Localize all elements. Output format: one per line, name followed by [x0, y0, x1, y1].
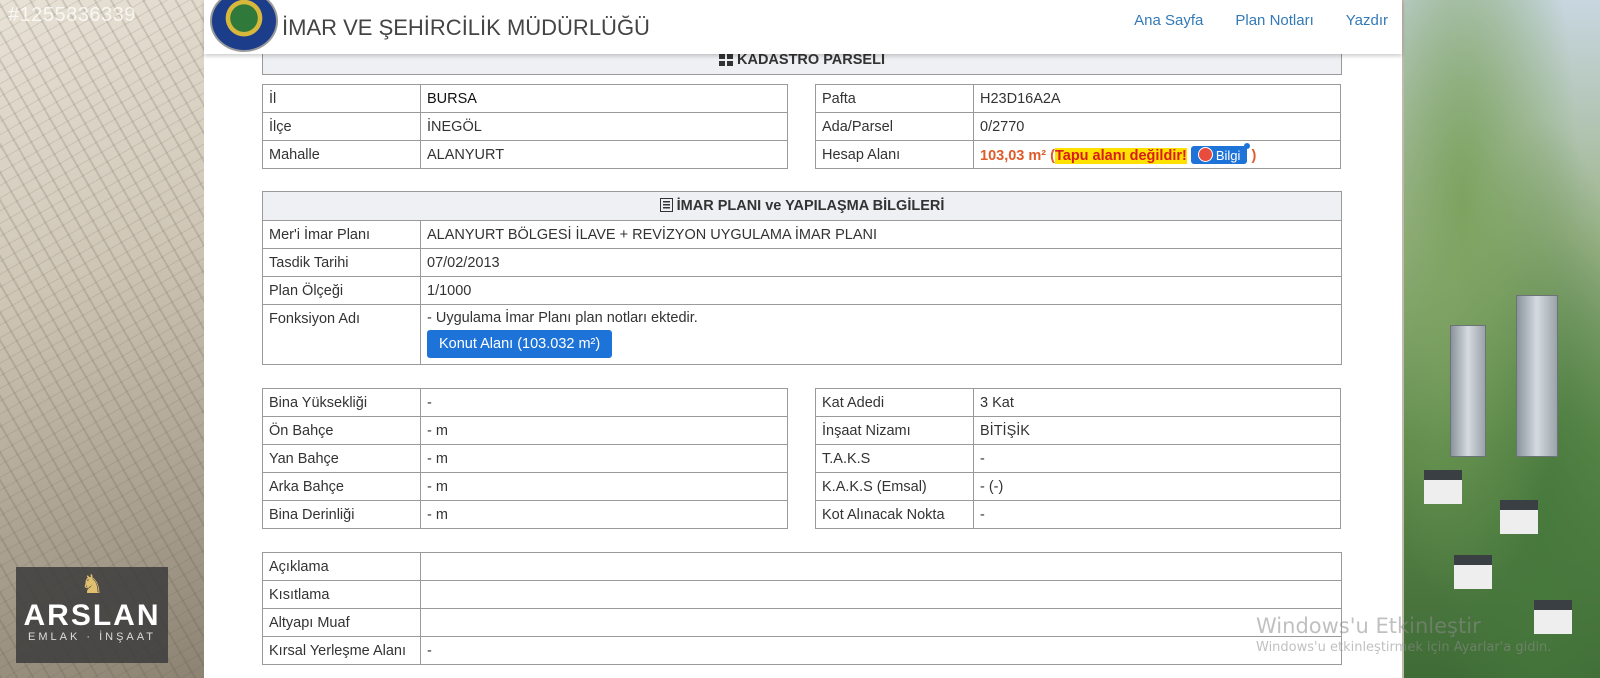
- listing-id-watermark: #1255836339: [8, 4, 136, 26]
- table-row: Açıklama: [262, 552, 1342, 581]
- tapu-warning: Tapu alanı değildir!: [1054, 147, 1187, 164]
- area-value: 103,03 m²: [980, 147, 1047, 164]
- table-row: Altyapı Muaf: [262, 608, 1342, 637]
- table-row: K.A.K.S (Emsal) - (-): [815, 472, 1341, 501]
- nav-print-link[interactable]: Yazdır: [1346, 12, 1388, 29]
- tower-decoration: [1516, 295, 1558, 457]
- imar-section-header: İMAR PLANI ve YAPILAŞMA BİLGİLERİ: [262, 191, 1342, 221]
- municipality-seal-icon: [210, 0, 278, 52]
- house-decoration: [1424, 470, 1462, 504]
- table-row: Fonksiyon Adı - Uygulama İmar Planı plan…: [262, 304, 1342, 365]
- table-row: Bina Derinliği - m: [262, 500, 788, 529]
- table-row: Ada/Parsel 0/2770: [815, 112, 1341, 141]
- table-row: İl BURSA: [262, 84, 788, 113]
- table-row: İlçe İNEGÖL: [262, 112, 788, 141]
- nav-links: Ana Sayfa Plan Notları Yazdır: [1134, 12, 1388, 29]
- table-row: T.A.K.S -: [815, 444, 1341, 473]
- agency-logo: ♞ ARSLAN EMLAK · İNŞAAT: [16, 567, 168, 663]
- house-decoration: [1500, 500, 1538, 534]
- house-decoration: [1454, 555, 1492, 589]
- page-title: İMAR VE ŞEHİRCİLİK MÜDÜRLÜĞÜ: [282, 15, 650, 40]
- table-row: Hesap Alanı 103,03 m² (Tapu alanı değild…: [815, 140, 1341, 169]
- table-row: Bina Yüksekliği -: [262, 388, 788, 417]
- table-row: Plan Ölçeği 1/1000: [262, 276, 1342, 305]
- list-icon: [659, 198, 673, 212]
- table-row: Kısıtlama: [262, 580, 1342, 609]
- windows-activation-watermark: Windows'u Etkinleştir Windows'u etkinleş…: [1256, 614, 1552, 655]
- building-left-table: Bina Yüksekliği - Ön Bahçe - m Yan Bahçe - …: [262, 388, 788, 529]
- table-row: Tasdik Tarihi 07/02/2013: [262, 248, 1342, 277]
- imar-table: Mer'i İmar Planı ALANYURT BÖLGESİ İLAVE +…: [262, 220, 1342, 365]
- plan-note-text: - Uygulama İmar Planı plan notları ekted…: [427, 310, 698, 326]
- table-row: Kat Adedi 3 Kat: [815, 388, 1341, 417]
- table-row: Ön Bahçe - m: [262, 416, 788, 445]
- building-right-table: Kat Adedi 3 Kat İnşaat Nizamı BİTİŞİK T.A.…: [815, 388, 1341, 529]
- tower-decoration: [1450, 325, 1486, 457]
- table-row: Kırsal Yerleşme Alanı -: [262, 636, 1342, 665]
- background-right-image: [1404, 0, 1600, 678]
- table-row: İnşaat Nizamı BİTİŞİK: [815, 416, 1341, 445]
- lion-icon: ♞: [80, 569, 104, 599]
- hesap-alani-cell: 103,03 m² (Tapu alanı değildir! Bilgi ): [973, 140, 1341, 169]
- table-row: Pafta H23D16A2A: [815, 84, 1341, 113]
- nav-home-link[interactable]: Ana Sayfa: [1134, 12, 1203, 29]
- table-row: Arka Bahçe - m: [262, 472, 788, 501]
- table-row: Mahalle ALANYURT: [262, 140, 788, 169]
- info-button[interactable]: Bilgi: [1190, 142, 1251, 164]
- table-row: Mer'i İmar Planı ALANYURT BÖLGESİ İLAVE +…: [262, 220, 1342, 249]
- nav-plan-notes-link[interactable]: Plan Notları: [1235, 12, 1313, 29]
- notes-table: Açıklama Kısıtlama Altyapı Muaf Kırsal Y…: [262, 552, 1342, 665]
- table-row: Yan Bahçe - m: [262, 444, 788, 473]
- top-navbar: İMAR VE ŞEHİRCİLİK MÜDÜRLÜĞÜ Ana Sayfa P…: [204, 0, 1402, 54]
- main-panel: İMAR VE ŞEHİRCİLİK MÜDÜRLÜĞÜ Ana Sayfa P…: [204, 0, 1402, 678]
- kadastro-right-table: Pafta H23D16A2A Ada/Parsel 0/2770 Hesap Al…: [815, 84, 1341, 169]
- kadastro-left-table: İl BURSA İlçe İNEGÖL Mahalle ALANYURT: [262, 84, 788, 169]
- globe-icon: [1197, 146, 1213, 162]
- konut-alani-button[interactable]: Konut Alanı (103.032 m²): [427, 330, 613, 358]
- grid-icon: [719, 54, 734, 66]
- table-row: Kot Alınacak Nokta -: [815, 500, 1341, 529]
